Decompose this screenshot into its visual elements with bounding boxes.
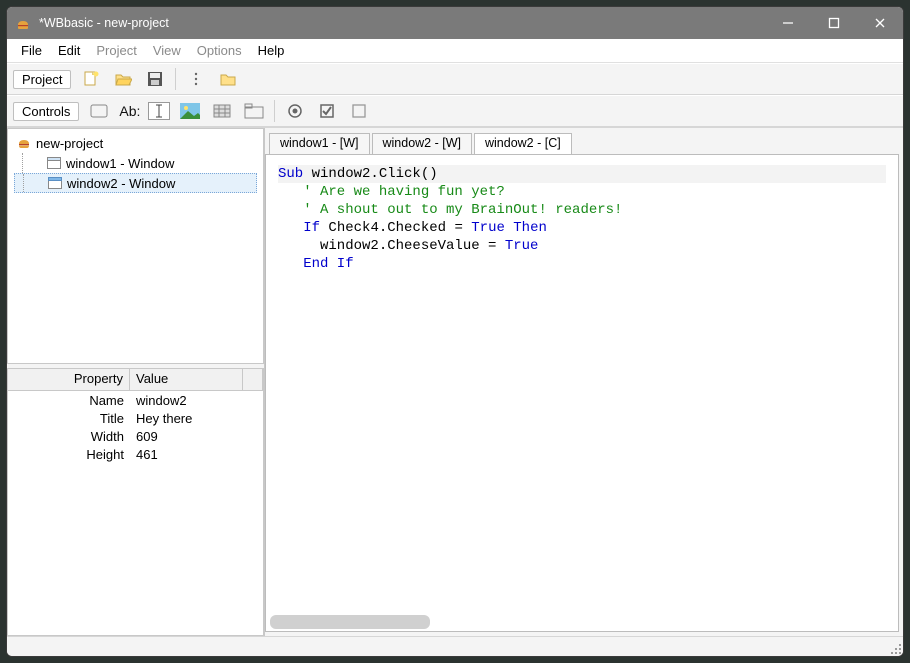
window-title: *WBbasic - new-project bbox=[39, 16, 765, 30]
statusbar bbox=[7, 636, 903, 656]
menubar: File Edit Project View Options Help bbox=[7, 39, 903, 63]
panel-icon[interactable] bbox=[87, 99, 111, 123]
tree-item-window1[interactable]: window1 - Window bbox=[14, 153, 257, 173]
toolbar-project-label: Project bbox=[13, 70, 71, 89]
grid-control-icon[interactable] bbox=[210, 99, 234, 123]
app-icon bbox=[15, 15, 31, 31]
property-value[interactable]: 461 bbox=[130, 447, 158, 465]
maximize-button[interactable] bbox=[811, 7, 857, 39]
radio-control-icon[interactable] bbox=[283, 99, 307, 123]
property-value[interactable]: window2 bbox=[130, 393, 187, 411]
new-file-icon[interactable] bbox=[79, 67, 103, 91]
main-area: new-project window1 - Window window2 - W… bbox=[7, 127, 903, 636]
horizontal-scrollbar[interactable] bbox=[270, 615, 430, 629]
open-file-icon[interactable] bbox=[111, 67, 135, 91]
left-panel: new-project window1 - Window window2 - W… bbox=[7, 128, 265, 636]
toolbar-controls: Controls Ab: bbox=[7, 95, 903, 127]
editor-tabs: window1 - [W] window2 - [W] window2 - [C… bbox=[265, 128, 903, 154]
menu-file[interactable]: File bbox=[13, 41, 50, 60]
property-value[interactable]: 609 bbox=[130, 429, 158, 447]
toolbar-controls-label: Controls bbox=[13, 102, 79, 121]
open-folder-yellow-icon[interactable] bbox=[216, 67, 240, 91]
menu-edit[interactable]: Edit bbox=[50, 41, 88, 60]
toolbar-main: Project bbox=[7, 63, 903, 95]
hamburger-project-icon bbox=[16, 135, 32, 151]
titlebar[interactable]: *WBbasic - new-project bbox=[7, 7, 903, 39]
properties-panel: Property Value Name window2 Title Hey th… bbox=[7, 368, 264, 636]
property-key: Title bbox=[8, 411, 130, 429]
image-control-icon[interactable] bbox=[178, 99, 202, 123]
menu-options[interactable]: Options bbox=[189, 41, 250, 60]
tree-root[interactable]: new-project bbox=[14, 133, 257, 153]
tree-item-label: window2 - Window bbox=[67, 176, 175, 191]
window-icon bbox=[47, 175, 63, 191]
properties-header-property[interactable]: Property bbox=[8, 369, 130, 390]
resize-grip-icon[interactable] bbox=[887, 640, 901, 654]
save-icon[interactable] bbox=[143, 67, 167, 91]
textbox-control-icon[interactable] bbox=[148, 102, 170, 120]
more-icon[interactable] bbox=[184, 67, 208, 91]
toolbar-separator-2 bbox=[274, 100, 275, 122]
toolbar-separator bbox=[175, 68, 176, 90]
property-key: Height bbox=[8, 447, 130, 465]
property-key: Name bbox=[8, 393, 130, 411]
window-icon bbox=[46, 155, 62, 171]
close-button[interactable] bbox=[857, 7, 903, 39]
properties-header-spacer bbox=[243, 369, 263, 390]
minimize-button[interactable] bbox=[765, 7, 811, 39]
tab-window2-c[interactable]: window2 - [C] bbox=[474, 133, 572, 155]
code-content[interactable]: Sub window2.Click() ' Are we having fun … bbox=[266, 155, 898, 283]
tree-root-label: new-project bbox=[36, 136, 103, 151]
tab-control-icon[interactable] bbox=[242, 99, 266, 123]
menu-view[interactable]: View bbox=[145, 41, 189, 60]
menu-project[interactable]: Project bbox=[88, 41, 144, 60]
property-key: Width bbox=[8, 429, 130, 447]
tab-window1-w[interactable]: window1 - [W] bbox=[269, 133, 370, 155]
project-tree[interactable]: new-project window1 - Window window2 - W… bbox=[7, 128, 264, 364]
property-row[interactable]: Height 461 bbox=[8, 447, 263, 465]
code-editor[interactable]: Sub window2.Click() ' Are we having fun … bbox=[265, 154, 899, 632]
property-value[interactable]: Hey there bbox=[130, 411, 192, 429]
rect-control-icon[interactable] bbox=[347, 99, 371, 123]
property-row[interactable]: Name window2 bbox=[8, 393, 263, 411]
properties-header-value[interactable]: Value bbox=[130, 369, 243, 390]
tree-item-window2[interactable]: window2 - Window bbox=[14, 173, 257, 193]
properties-header: Property Value bbox=[8, 369, 263, 391]
property-row[interactable]: Title Hey there bbox=[8, 411, 263, 429]
tab-window2-w[interactable]: window2 - [W] bbox=[372, 133, 473, 155]
tree-item-label: window1 - Window bbox=[66, 156, 174, 171]
editor-panel: window1 - [W] window2 - [W] window2 - [C… bbox=[265, 128, 903, 636]
label-control-icon[interactable]: Ab: bbox=[119, 103, 140, 119]
menu-help[interactable]: Help bbox=[250, 41, 293, 60]
checkbox-control-icon[interactable] bbox=[315, 99, 339, 123]
app-window: *WBbasic - new-project File Edit Project… bbox=[6, 6, 904, 657]
property-row[interactable]: Width 609 bbox=[8, 429, 263, 447]
